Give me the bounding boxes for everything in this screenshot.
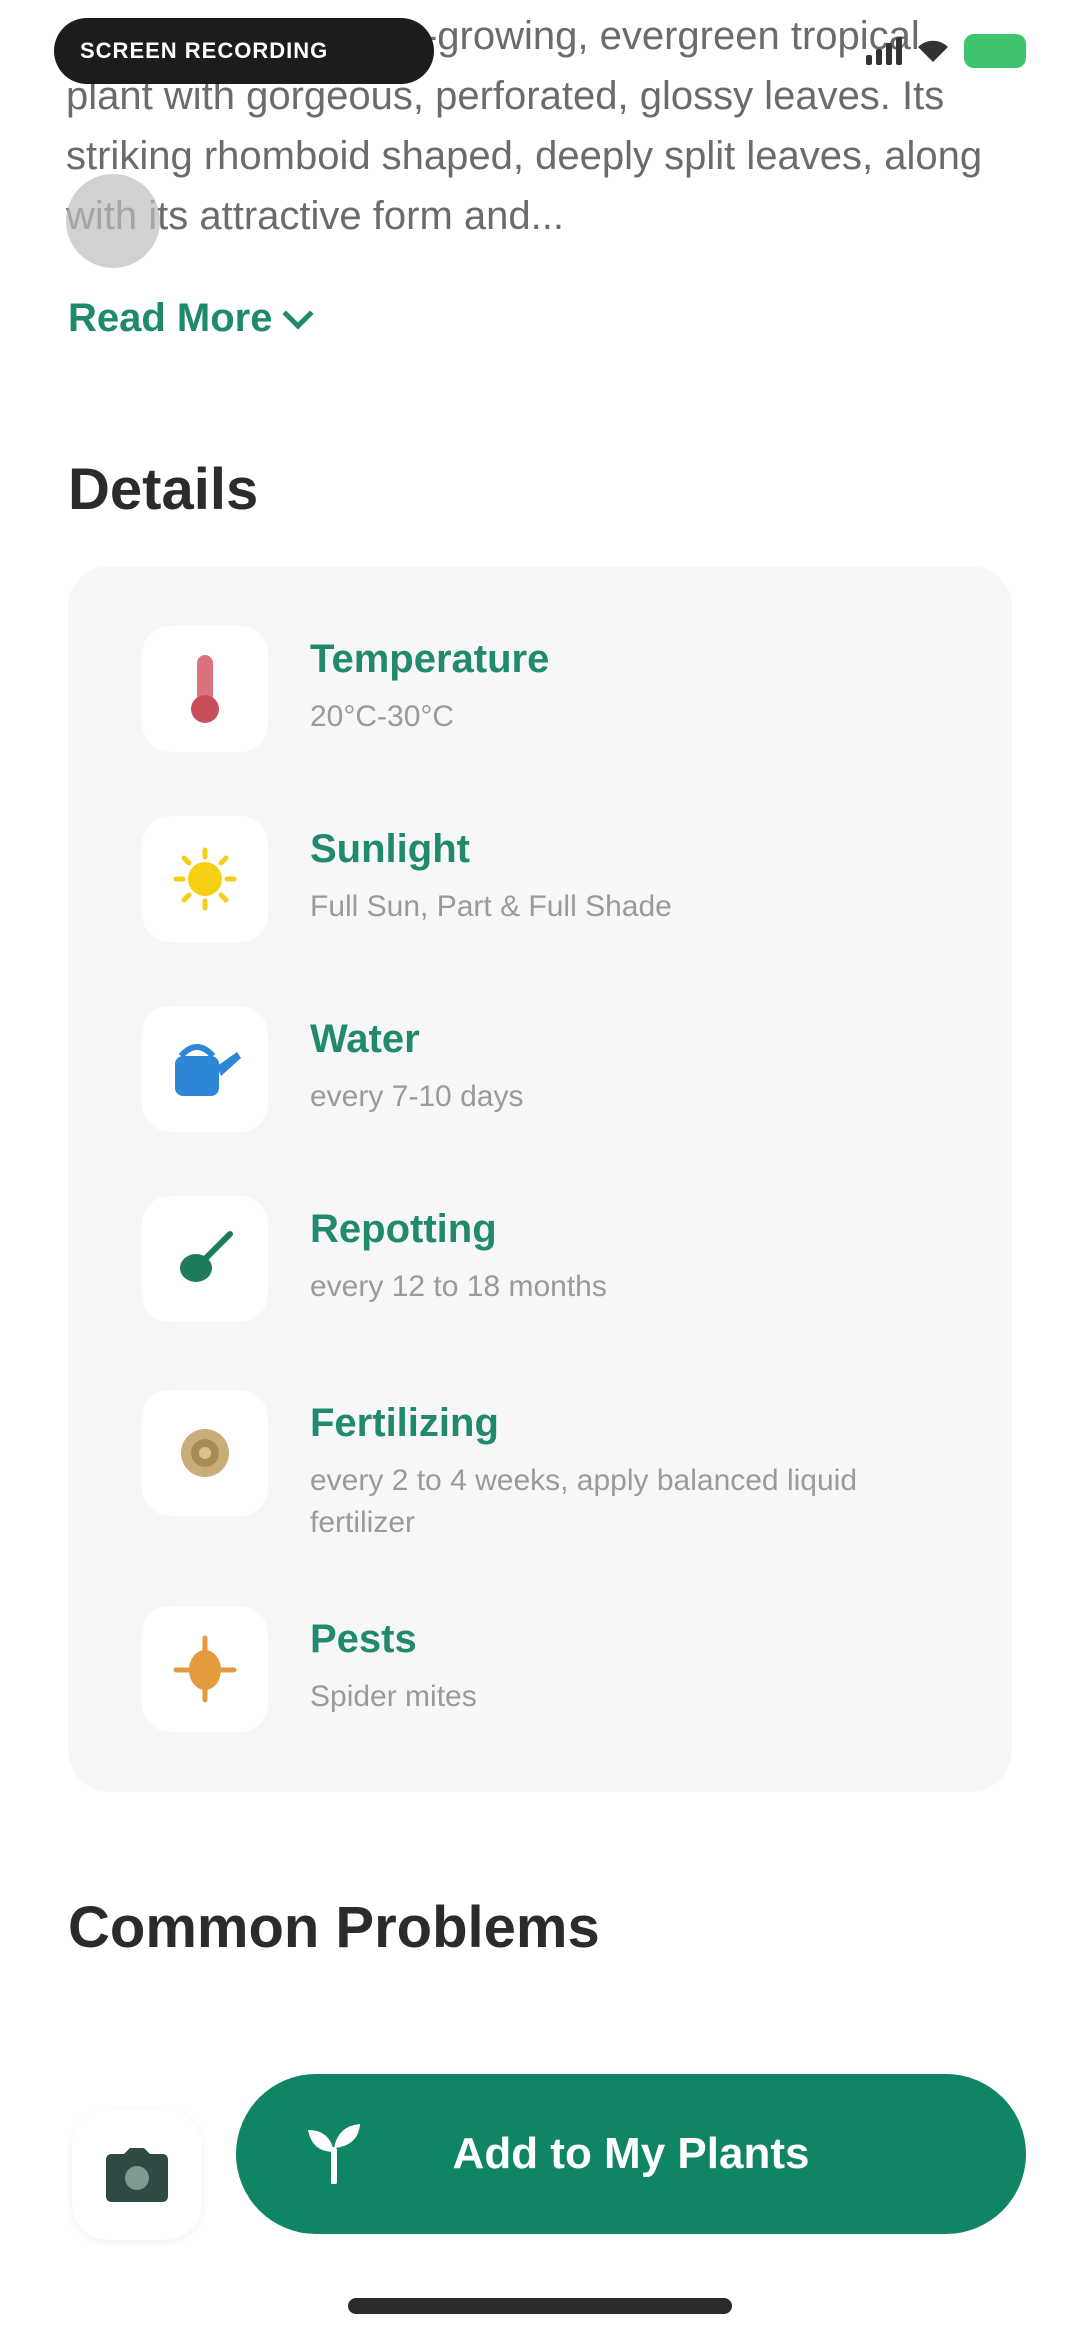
detail-value: every 12 to 18 months: [310, 1270, 607, 1303]
add-button-label: Add to My Plants: [452, 2129, 810, 2178]
fertilizer-icon: [142, 1390, 268, 1516]
details-card: Temperature 20°C-30°C Sunlight Full Sun,…: [68, 566, 1012, 1792]
status-icons: [866, 34, 1026, 68]
detail-row-sunlight[interactable]: Sunlight Full Sun, Part & Full Shade: [142, 816, 970, 942]
details-title: Details: [68, 457, 259, 522]
status-pill-label: SCREEN RECORDING: [80, 38, 329, 63]
detail-title: Pests: [310, 1617, 417, 1661]
detail-value: Full Sun, Part & Full Shade: [310, 890, 672, 923]
wifi-icon: [918, 40, 948, 62]
detail-title: Sunlight: [310, 827, 470, 871]
detail-value: Spider mites: [310, 1680, 477, 1713]
read-more-link[interactable]: Read More: [68, 296, 314, 341]
detail-title: Water: [310, 1017, 420, 1061]
detail-row-fertilizing[interactable]: Fertilizing every 2 to 4 weeks, apply ba…: [142, 1390, 970, 1544]
read-more-label: Read More: [68, 296, 273, 340]
detail-row-temperature[interactable]: Temperature 20°C-30°C: [142, 626, 970, 752]
common-problems-title: Common Problems: [68, 1895, 600, 1960]
shovel-icon: [142, 1196, 268, 1322]
home-indicator[interactable]: [348, 2298, 732, 2314]
bug-icon: [142, 1606, 268, 1732]
detail-title: Fertilizing: [310, 1401, 499, 1445]
detail-row-pests[interactable]: Pests Spider mites: [142, 1606, 970, 1732]
add-to-my-plants-button[interactable]: Add to My Plants: [236, 2074, 1026, 2234]
signal-icon: [866, 37, 902, 65]
plant-icon: [308, 2124, 360, 2184]
camera-button[interactable]: [72, 2110, 202, 2240]
chevron-down-icon: [281, 297, 314, 330]
detail-value: every 7-10 days: [310, 1080, 524, 1113]
detail-value: every 2 to 4 weeks, apply balanced liqui…: [310, 1464, 858, 1539]
thermometer-icon: [142, 626, 268, 752]
detail-title: Temperature: [310, 637, 550, 681]
detail-row-repotting[interactable]: Repotting every 12 to 18 months: [142, 1196, 970, 1322]
screen-recording-pill: SCREEN RECORDING: [54, 18, 434, 84]
sun-icon: [142, 816, 268, 942]
battery-icon: [964, 34, 1026, 68]
watering-can-icon: [142, 1006, 268, 1132]
detail-title: Repotting: [310, 1207, 497, 1251]
detail-value: 20°C-30°C: [310, 700, 455, 733]
detail-row-water[interactable]: Water every 7-10 days: [142, 1006, 970, 1132]
camera-icon: [106, 2148, 168, 2202]
floating-assistant-avatar[interactable]: [66, 174, 160, 268]
